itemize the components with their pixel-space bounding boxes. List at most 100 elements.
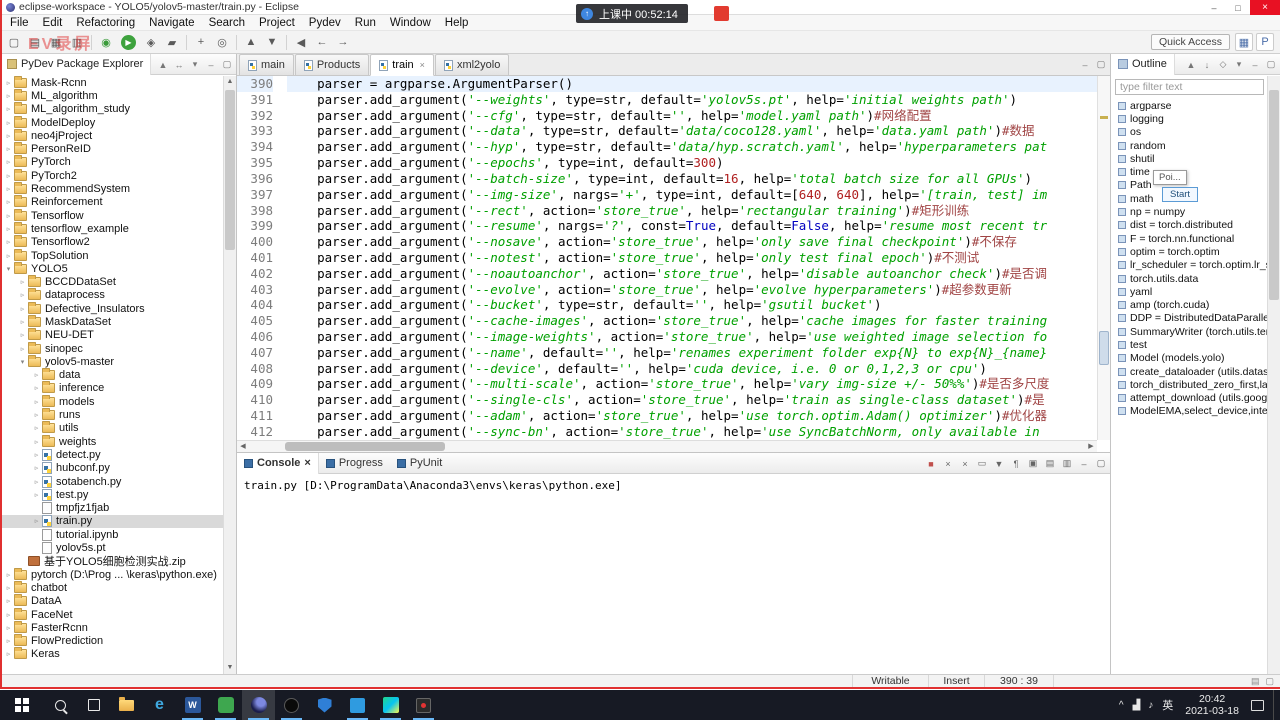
expand-arrow-icon[interactable]: ▹ xyxy=(3,212,14,220)
scroll-down-icon[interactable]: ▼ xyxy=(224,662,236,674)
code-editor[interactable]: 390 391 392 393 394 395 396 397 398 399 400 401 402 4… xyxy=(237,76,1097,440)
view-menu-icon[interactable]: ▾ xyxy=(1233,59,1245,70)
expand-arrow-icon[interactable]: ▹ xyxy=(17,318,28,326)
expand-arrow-icon[interactable]: ▹ xyxy=(17,331,28,339)
expand-arrow-icon[interactable]: ▹ xyxy=(31,478,42,486)
expand-arrow-icon[interactable]: ▹ xyxy=(3,252,14,260)
tree-item[interactable]: ▹ PersonReID xyxy=(0,142,223,155)
code-line[interactable]: parser.add_argument('--epochs', type=int… xyxy=(287,155,1097,171)
expand-arrow-icon[interactable]: ▹ xyxy=(31,424,42,432)
outline-item[interactable]: ModelEMA,select_device,intersec xyxy=(1111,405,1267,418)
outline-item[interactable]: create_dataloader (utils.datasets) xyxy=(1111,365,1267,378)
pycharm-icon[interactable] xyxy=(374,690,407,720)
tree-item[interactable]: ▹ FaceNet xyxy=(0,607,223,621)
tree-item[interactable]: ▹ runs xyxy=(0,408,223,421)
maximize-window-button[interactable]: □ xyxy=(1226,0,1250,15)
code-line[interactable]: parser.add_argument('--evolve', action='… xyxy=(287,282,1097,298)
expand-arrow-icon[interactable]: ▹ xyxy=(31,398,42,406)
app-dark-icon[interactable] xyxy=(275,690,308,720)
minimize-icon[interactable]: – xyxy=(1249,60,1261,70)
tree-item[interactable]: ▾ YOLO5 xyxy=(0,261,223,275)
code-line[interactable]: parser.add_argument('--adam', action='st… xyxy=(287,408,1097,424)
recorder-icon[interactable] xyxy=(407,690,440,720)
collapse-all-icon[interactable]: ▲ xyxy=(1185,60,1197,70)
word-wrap-icon[interactable]: ¶ xyxy=(1010,459,1022,469)
outline-item[interactable]: shutil xyxy=(1111,152,1267,165)
expand-arrow-icon[interactable]: ▹ xyxy=(3,597,14,605)
expand-arrow-icon[interactable]: ▹ xyxy=(17,305,28,313)
code-line[interactable]: parser.add_argument('--notest', action='… xyxy=(287,250,1097,266)
notification-center-icon[interactable] xyxy=(1251,699,1264,711)
code-line[interactable]: parser.add_argument('--image-weights', a… xyxy=(287,329,1097,345)
code-line[interactable]: parser.add_argument('--name', default=''… xyxy=(287,345,1097,361)
expand-arrow-icon[interactable]: ▹ xyxy=(31,411,42,419)
run-external-icon[interactable]: ◈ xyxy=(141,33,161,51)
expand-arrow-icon[interactable]: ▹ xyxy=(17,345,28,353)
expand-arrow-icon[interactable]: ▹ xyxy=(31,438,42,446)
coverage-icon[interactable]: ▰ xyxy=(162,33,182,51)
eclipse-icon[interactable] xyxy=(242,690,275,720)
tree-item[interactable]: ▹ tensorflow_example xyxy=(0,221,223,235)
tree-item[interactable]: ▹ Keras xyxy=(0,647,223,661)
expand-arrow-icon[interactable]: ▹ xyxy=(31,517,42,525)
print-icon[interactable]: ▥ xyxy=(67,33,87,51)
open-console-icon[interactable]: ▥ xyxy=(1061,458,1073,469)
menu-edit[interactable]: Edit xyxy=(36,15,70,31)
link-with-editor-icon[interactable]: ↔ xyxy=(173,60,185,70)
tree-item[interactable]: ▹ Tensorflow xyxy=(0,208,223,222)
code-line[interactable]: parser.add_argument('--multi-scale', act… xyxy=(287,376,1097,392)
outline-item[interactable]: F = torch.nn.functional xyxy=(1111,232,1267,245)
expand-arrow-icon[interactable]: ▹ xyxy=(31,451,42,459)
show-desktop-button[interactable] xyxy=(1273,690,1278,720)
tree-item[interactable]: ▹ pytorch (D:\Prog ... \keras\python.exe) xyxy=(0,567,223,581)
code-line[interactable]: parser.add_argument('--data', type=str, … xyxy=(287,123,1097,139)
outline-item[interactable]: torch.utils.data xyxy=(1111,272,1267,285)
outline-item[interactable]: attempt_download (utils.google xyxy=(1111,392,1267,405)
code-line[interactable]: parser.add_argument('--device', default=… xyxy=(287,361,1097,377)
tray-expand-icon[interactable]: ^ xyxy=(1119,700,1124,711)
code-line[interactable]: parser.add_argument('--hyp', type=str, d… xyxy=(287,139,1097,155)
maximize-icon[interactable]: ▢ xyxy=(221,59,233,70)
pin-console-icon[interactable]: ▣ xyxy=(1027,458,1039,469)
tree-item[interactable]: ▹ ML_algorithm_study xyxy=(0,102,223,116)
code-line[interactable]: parser.add_argument('--cache-images', ac… xyxy=(287,313,1097,329)
display-selected-console-icon[interactable]: ▤ xyxy=(1044,458,1056,469)
expand-arrow-icon[interactable]: ▹ xyxy=(3,637,14,645)
code-line[interactable]: parser.add_argument('--cfg', type=str, d… xyxy=(287,108,1097,124)
code-line[interactable]: parser.add_argument('--resume', nargs='?… xyxy=(287,218,1097,234)
volume-icon[interactable]: ♪ xyxy=(1148,700,1153,711)
tree-item[interactable]: ▹ TopSolution xyxy=(0,248,223,262)
console-tab-progress[interactable]: Progress xyxy=(319,453,390,474)
scroll-up-icon[interactable]: ▲ xyxy=(224,76,236,88)
outline-item[interactable]: torch_distributed_zero_first,label xyxy=(1111,378,1267,391)
editor-tab-xml2yolo[interactable]: xml2yolo xyxy=(434,54,510,75)
expand-arrow-icon[interactable]: ▹ xyxy=(31,464,42,472)
editor-tab-main[interactable]: main xyxy=(239,54,294,75)
code-line[interactable]: parser.add_argument('--single-cls', acti… xyxy=(287,392,1097,408)
task-view-icon[interactable] xyxy=(77,690,110,720)
expand-arrow-icon[interactable]: ▹ xyxy=(3,650,14,658)
expand-arrow-icon[interactable]: ▹ xyxy=(3,611,14,619)
expand-arrow-icon[interactable]: ▹ xyxy=(3,624,14,632)
outline-item[interactable]: lr_scheduler = torch.optim.lr_sch xyxy=(1111,259,1267,272)
pydev-perspective-icon[interactable]: P xyxy=(1256,33,1274,51)
console-tab-pyunit[interactable]: PyUnit xyxy=(390,453,449,474)
scroll-left-icon[interactable]: ◀ xyxy=(237,441,249,452)
tree-item[interactable]: ▹ detect.py xyxy=(0,448,223,461)
editor-scroll-thumb[interactable] xyxy=(1099,331,1109,365)
tree-item[interactable]: ▹ weights xyxy=(0,434,223,448)
outline-item[interactable]: amp (torch.cuda) xyxy=(1111,298,1267,311)
search-icon[interactable]: ◎ xyxy=(212,33,232,51)
tree-item[interactable]: ▹ PyTorch xyxy=(0,155,223,169)
tree-item[interactable]: ▹ models xyxy=(0,394,223,408)
expand-arrow-icon[interactable]: ▹ xyxy=(3,158,14,166)
blue-app-icon[interactable] xyxy=(341,690,374,720)
minimize-icon[interactable]: – xyxy=(205,60,217,70)
tree-item[interactable]: tutorial.ipynb xyxy=(0,528,223,541)
tree-item[interactable]: 基于YOLO5细胞检测实战.zip xyxy=(0,555,223,568)
terminate-icon[interactable]: ■ xyxy=(925,459,937,469)
tree-item[interactable]: ▹ BCCDDataSet xyxy=(0,275,223,288)
outline-item[interactable]: np = numpy xyxy=(1111,205,1267,218)
tree-item[interactable]: ▹ utils xyxy=(0,421,223,435)
tree-item[interactable]: tmpfjz1fjab xyxy=(0,502,223,515)
